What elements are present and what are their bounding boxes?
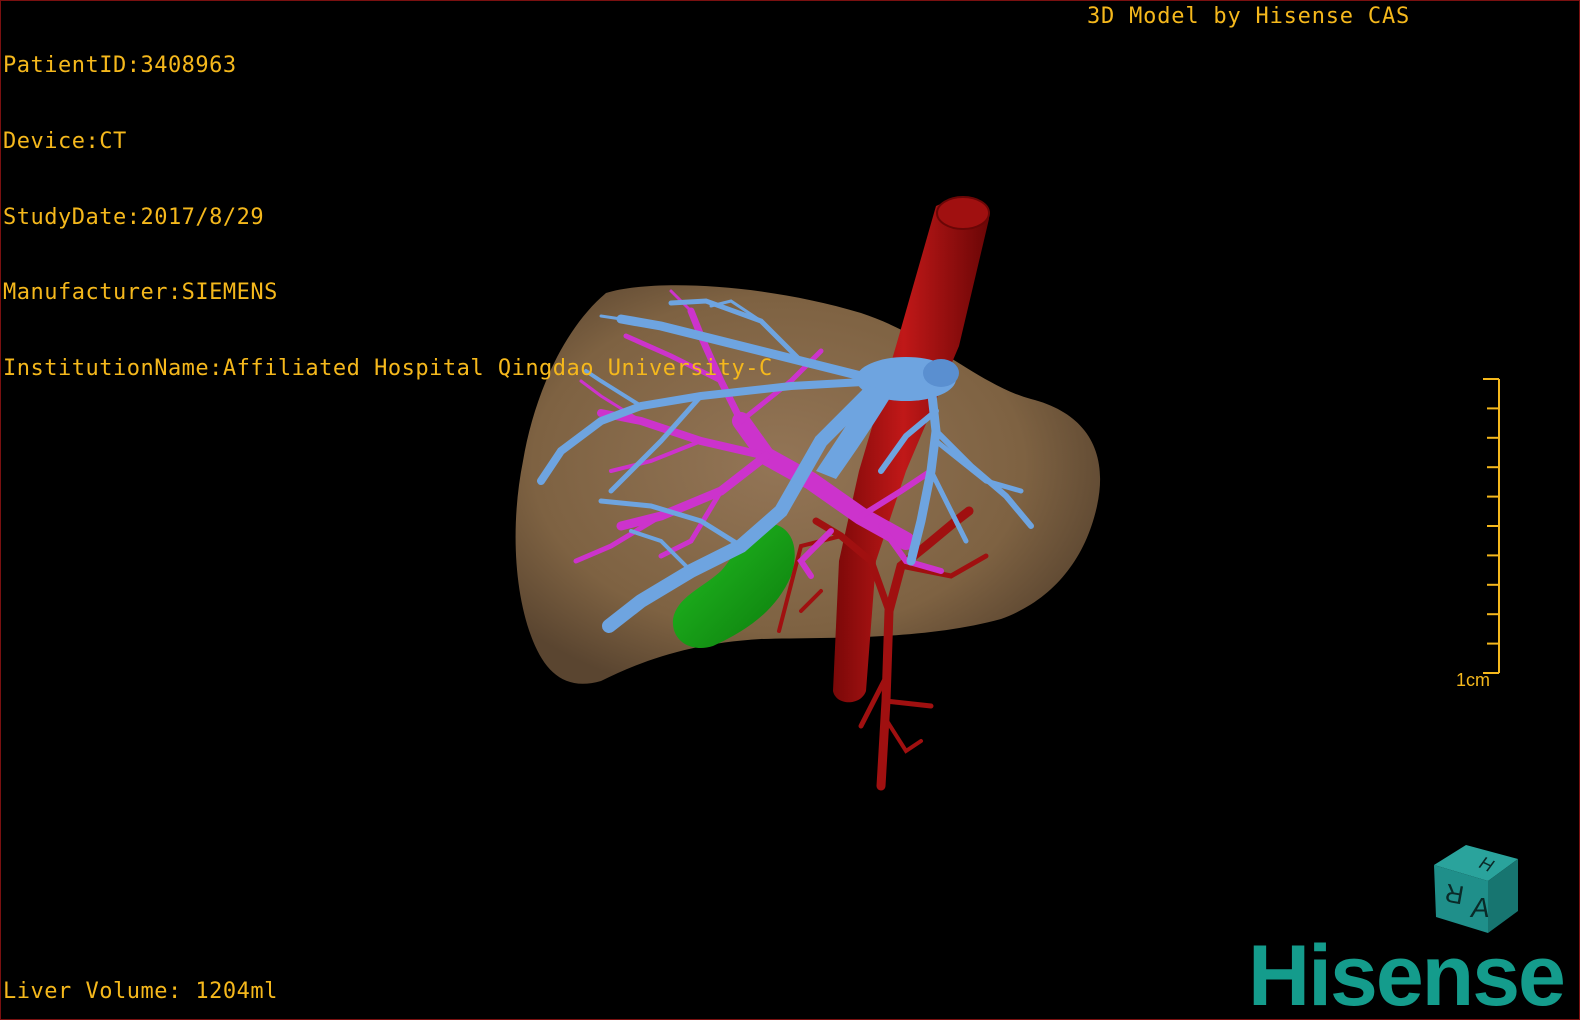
model-credit: 3D Model by Hisense CAS [1087,4,1411,29]
manufacturer: Manufacturer:SIEMENS [3,280,278,306]
scale-bar-label: 1cm [1456,670,1491,690]
orientation-cube[interactable]: H R A [1426,837,1526,937]
institution-name: InstitutionName:Affiliated Hospital Qing… [3,355,773,381]
cube-face-a: A [1469,892,1490,923]
dicom-info-overlay: PatientID:3408963 Device:CT StudyDate:20… [3,3,773,431]
patient-id: PatientID:3408963 [3,53,237,79]
hisense-logo: Hisense [1248,928,1566,1020]
device: Device:CT [3,129,127,154]
3d-viewport[interactable]: PatientID:3408963 Device:CT StudyDate:20… [0,0,1580,1020]
liver-volume: Liver Volume: 1204ml [3,979,278,1004]
study-date: StudyDate:2017/8/29 [3,204,265,230]
